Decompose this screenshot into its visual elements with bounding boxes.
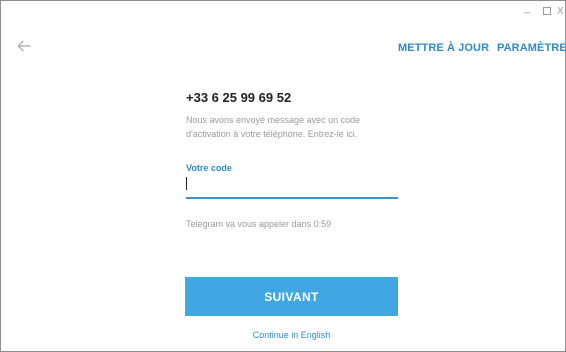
text-caret [186,177,187,190]
code-input[interactable] [186,175,398,199]
window-controls: _ X [517,2,565,19]
back-button[interactable] [14,36,34,56]
minimize-icon: _ [523,2,531,14]
continue-in-english-link[interactable]: Continue in English [185,330,398,340]
maximize-icon [543,7,551,15]
call-countdown: Telegram va vous appeler dans 0:59 [186,219,332,229]
code-field-label: Votre code [186,163,232,173]
code-instructions: Nous avons envoyé message avec un code d… [186,115,361,139]
close-icon: X [557,5,564,17]
title-bar: _ X [1,1,565,23]
minimize-button[interactable]: _ [517,2,537,19]
arrow-left-icon [17,40,31,52]
maximize-button[interactable] [537,3,557,19]
next-button[interactable]: SUIVANT [185,277,398,316]
settings-button[interactable]: PARAMÈTRES [497,42,565,54]
app-window: _ X METTRE À JOUR PARAMÈTRES +33 6 25 99… [0,0,566,352]
close-button[interactable]: X [557,3,565,19]
phone-number: +33 6 25 99 69 52 [186,90,292,105]
update-button[interactable]: METTRE À JOUR [398,42,489,54]
